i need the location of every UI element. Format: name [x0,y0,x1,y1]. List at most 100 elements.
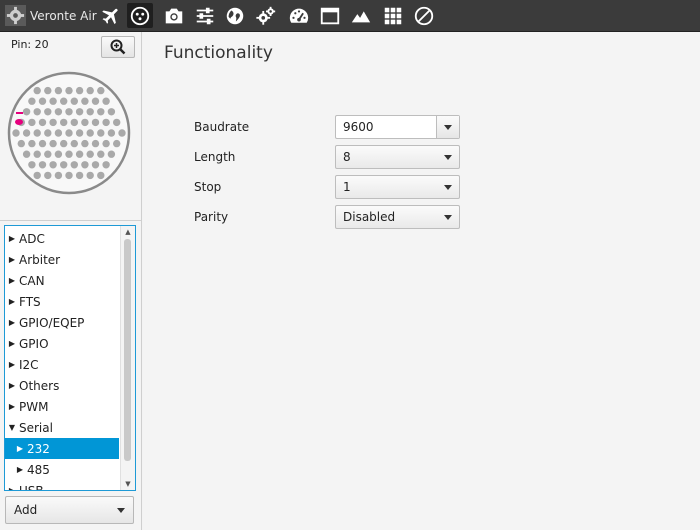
connector-pin[interactable] [102,118,110,127]
connector-pin[interactable] [44,108,52,116]
connector-pin[interactable] [81,139,89,148]
camera-icon[interactable] [161,3,187,28]
connector-pin[interactable] [70,118,79,127]
expand-right-icon[interactable]: ▶ [13,465,27,474]
connector-pin[interactable] [22,129,31,137]
connector-pin[interactable] [54,108,63,116]
expand-down-icon[interactable]: ▼ [5,423,19,432]
connector-pin[interactable] [60,161,68,169]
connector-pin[interactable] [49,97,57,105]
connector-pin[interactable] [54,150,63,158]
connector-pin[interactable] [44,171,52,180]
connector-pin[interactable] [113,139,121,148]
connector-pin[interactable] [44,86,52,95]
tree-item[interactable]: ▶ I2C [5,354,119,375]
expand-right-icon[interactable]: ▶ [5,234,19,243]
expand-right-icon[interactable]: ▶ [5,255,19,264]
globe-icon[interactable] [222,3,248,28]
expand-right-icon[interactable]: ▶ [5,297,19,306]
expand-right-icon[interactable]: ▶ [5,339,19,348]
connector-pin[interactable] [44,129,52,137]
mountain-icon[interactable] [348,3,374,28]
connector-icon[interactable] [127,3,153,28]
tree-item[interactable]: ▶ USB [5,480,119,491]
block-icon[interactable] [411,3,437,28]
connector-pin[interactable] [12,129,20,137]
connector-pin[interactable] [86,171,94,180]
connector-pin[interactable] [86,150,94,158]
connector-pin[interactable] [33,150,41,158]
connector-pin[interactable] [81,118,89,127]
expand-right-icon[interactable]: ▶ [5,381,19,390]
connector-pin[interactable] [91,118,100,127]
connector-pin[interactable] [22,108,31,116]
connector-pin[interactable] [22,150,31,158]
connector-pin[interactable] [65,86,73,95]
connector-pin[interactable] [107,129,116,137]
tree-item[interactable]: ▶ 232 [5,438,119,459]
parity-select[interactable]: Disabled [335,205,460,229]
connector-pin[interactable] [49,139,57,148]
connector-pin[interactable] [38,97,47,105]
connector-pin[interactable] [91,97,100,105]
expand-right-icon[interactable]: ▶ [5,276,19,285]
connector-pin[interactable] [86,108,94,116]
connector-pin[interactable] [102,161,110,169]
connector-pin[interactable] [60,97,68,105]
baudrate-combo[interactable]: 9600 [335,115,460,139]
connector-pin[interactable] [107,108,116,116]
connector-pin[interactable] [54,171,63,180]
connector-pin[interactable] [54,86,63,95]
connector-pin[interactable] [54,129,63,137]
connector-pin[interactable] [33,108,41,116]
add-button[interactable]: Add [5,496,134,524]
connector-pin[interactable] [65,171,73,180]
tree-item[interactable]: ▶ Arbiter [5,249,119,270]
length-select[interactable]: 8 [335,145,460,169]
tree-scrollbar[interactable]: ▲ ▼ [120,226,135,490]
connector-pin[interactable] [91,139,100,148]
connector-pin[interactable] [65,150,73,158]
peripheral-tree[interactable]: ▶ USB ▶ 485 ▶ 232 ▼ Serial ▶ PWM ▶ Others ▶ I2C ▶ GPIO ▶… [4,225,136,491]
connector-pin[interactable] [28,139,36,148]
tree-item[interactable]: ▶ FTS [5,291,119,312]
scroll-thumb[interactable] [124,239,131,461]
connector-pin[interactable] [60,139,68,148]
tree-item[interactable]: ▶ ADC [5,228,119,249]
connector-pin[interactable] [107,150,116,158]
connector-pin[interactable] [65,108,73,116]
scroll-down-icon[interactable]: ▼ [121,478,135,490]
connector-pin[interactable] [70,139,79,148]
app-brand[interactable]: Veronte Air [5,5,97,26]
connector-pin[interactable] [75,171,84,180]
connector-pin[interactable] [102,97,110,105]
connector-pin[interactable] [97,150,105,158]
connector-pin[interactable] [86,129,94,137]
connector-pin[interactable] [75,129,84,137]
tree-item[interactable]: ▶ Others [5,375,119,396]
connector-pin[interactable] [49,161,57,169]
tree-item[interactable]: ▶ 485 [5,459,119,480]
expand-right-icon[interactable]: ▶ [5,402,19,411]
connector-pin[interactable] [28,97,36,105]
connector-pinout-diagram[interactable] [6,70,132,196]
connector-pin[interactable] [118,129,126,137]
baudrate-input[interactable]: 9600 [343,116,437,138]
tree-item[interactable]: ▶ PWM [5,396,119,417]
connector-pin[interactable] [38,161,47,169]
connector-pin[interactable] [33,171,41,180]
connector-pin[interactable] [60,118,68,127]
expand-right-icon[interactable]: ▶ [5,486,19,490]
grid-icon[interactable] [380,3,406,28]
connector-pin[interactable] [75,86,84,95]
connector-pin[interactable] [28,161,36,169]
connector-pin[interactable] [75,108,84,116]
connector-pin[interactable] [81,161,89,169]
connector-pin[interactable] [49,118,57,127]
connector-pin[interactable] [70,97,79,105]
scroll-up-icon[interactable]: ▲ [121,226,135,238]
window-icon[interactable] [317,3,343,28]
sliders-icon[interactable] [192,3,218,28]
tree-item[interactable]: ▶ GPIO [5,333,119,354]
connector-pin[interactable] [65,129,73,137]
